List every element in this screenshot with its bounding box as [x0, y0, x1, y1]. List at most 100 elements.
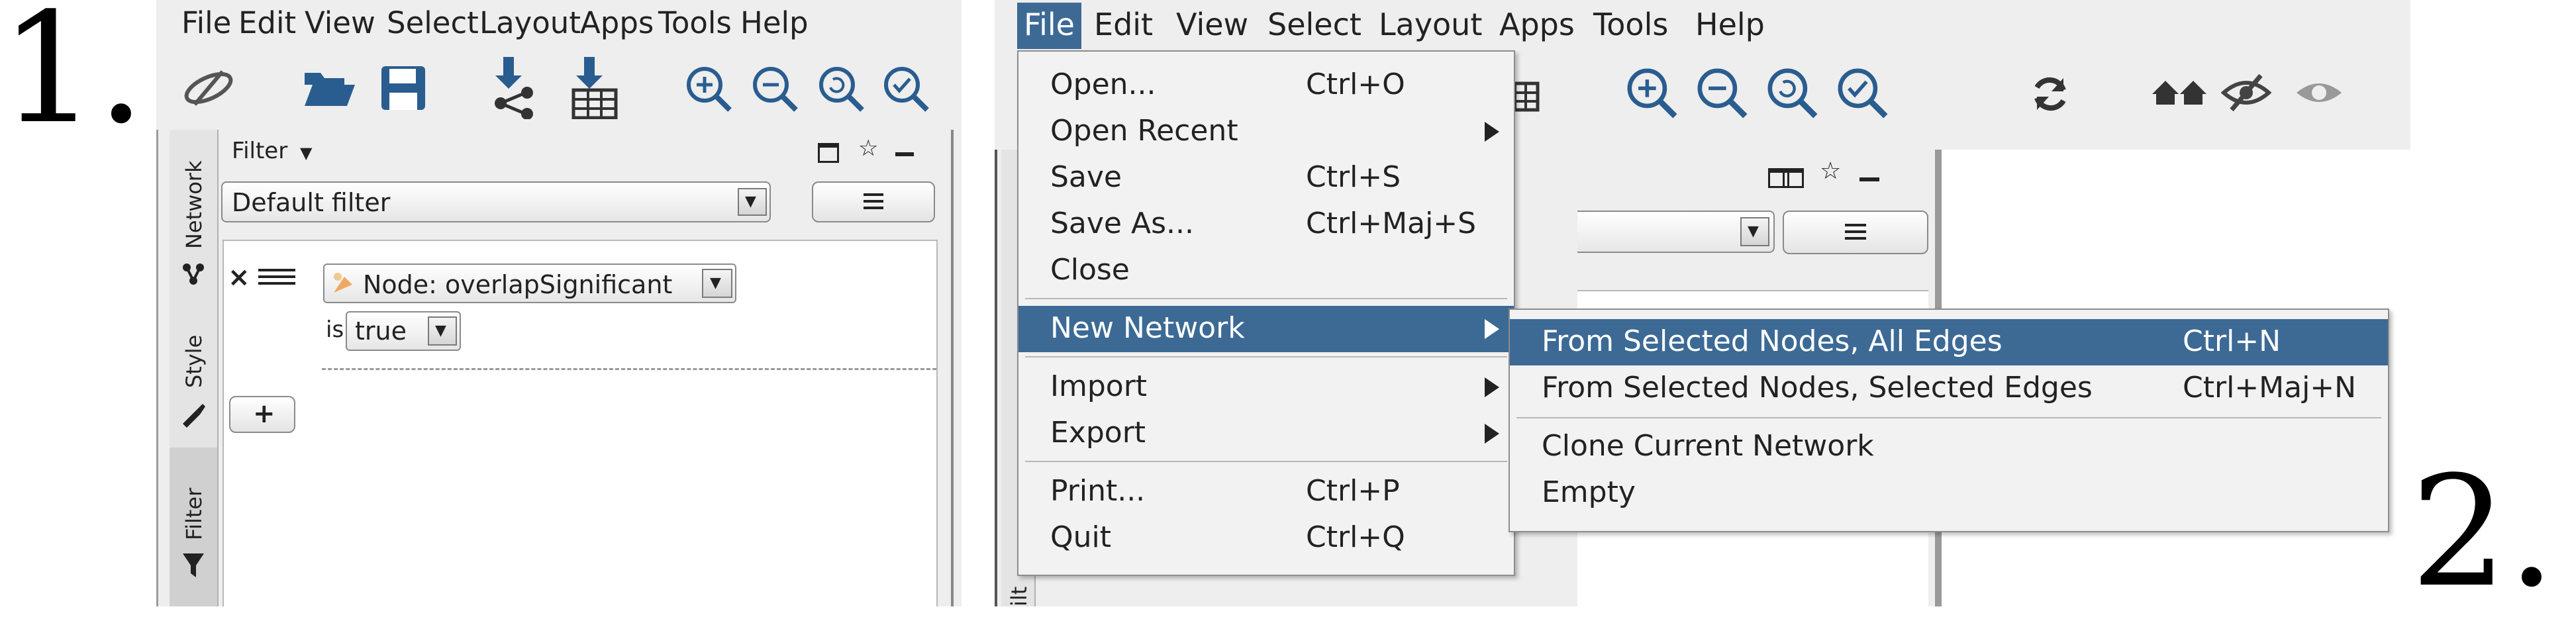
- home-network-icon[interactable]: [2151, 78, 2208, 107]
- hamburger-icon: [864, 193, 883, 196]
- open-folder-icon[interactable]: [303, 68, 356, 107]
- chevron-down-icon: ▼: [300, 144, 313, 162]
- menu-help[interactable]: Help: [740, 5, 809, 40]
- cytoscape-logo-icon[interactable]: [181, 65, 236, 111]
- hamburger-icon: [1845, 224, 1866, 226]
- menu-item-empty[interactable]: Empty: [1510, 470, 2388, 516]
- tab-filter[interactable]: Filter: [170, 448, 217, 606]
- menu-help[interactable]: Help: [1695, 7, 1765, 42]
- filter-options-button[interactable]: [812, 181, 935, 222]
- menu-item-new-network[interactable]: New Network: [1018, 306, 1514, 352]
- menu-select[interactable]: Select: [1267, 7, 1362, 42]
- menu-item-label: Save As...: [1050, 207, 1194, 240]
- tab-style[interactable]: Style: [170, 302, 217, 434]
- menu-item-shortcut: Ctrl+P: [1306, 474, 1400, 508]
- import-table-icon[interactable]: [571, 57, 620, 119]
- menu-select[interactable]: Select: [387, 5, 479, 40]
- menu-view[interactable]: View: [305, 5, 375, 40]
- menu-item-save-as[interactable]: Save As... Ctrl+Maj+S: [1018, 201, 1514, 248]
- save-icon[interactable]: [380, 65, 426, 111]
- drag-handle-icon[interactable]: [258, 269, 295, 271]
- tab-network-label: Network: [181, 160, 207, 249]
- menu-item-label: Empty: [1542, 475, 1636, 509]
- minimize-icon[interactable]: [1859, 177, 1879, 181]
- zoom-selected-icon[interactable]: [881, 64, 931, 114]
- network-tab-icon: [183, 263, 204, 285]
- menu-item-close[interactable]: Close: [1018, 248, 1514, 294]
- menu-apps[interactable]: Apps: [1499, 7, 1575, 42]
- is-value-select[interactable]: true ▼: [346, 311, 461, 351]
- zoom-out-icon[interactable]: [750, 64, 800, 114]
- close-icon[interactable]: ×: [228, 262, 250, 293]
- maximize-icon[interactable]: [818, 143, 839, 163]
- minimize-icon[interactable]: [895, 152, 914, 156]
- filter-select[interactable]: ▼: [1577, 211, 1775, 253]
- menu-apps[interactable]: Apps: [580, 5, 654, 40]
- step-number-1: 1.: [0, 0, 146, 158]
- menu-file[interactable]: File: [181, 5, 231, 40]
- filter-tab-icon: [183, 553, 204, 577]
- pin-icon[interactable]: ☆: [1820, 158, 1841, 185]
- show-icon[interactable]: [2294, 74, 2344, 111]
- filter-options-button[interactable]: [1783, 211, 1928, 254]
- menu-item-label: Clone Current Network: [1542, 429, 1874, 463]
- zoom-in-icon[interactable]: [1624, 65, 1679, 120]
- zoom-in-icon[interactable]: [683, 64, 734, 114]
- add-filter-button[interactable]: +: [229, 396, 295, 433]
- menu-item-from-selected-nodes-selected-edges[interactable]: From Selected Nodes, Selected Edges Ctrl…: [1510, 365, 2388, 412]
- menu-layout[interactable]: Layout: [1379, 7, 1482, 42]
- filter-select-arrow[interactable]: ▼: [738, 188, 767, 216]
- node-condition-arrow[interactable]: ▼: [702, 269, 732, 298]
- menu-separator: [1025, 461, 1507, 462]
- zoom-selected-icon[interactable]: [1834, 65, 1890, 120]
- menu-item-label: From Selected Nodes, All Edges: [1542, 324, 2003, 358]
- menu-tools[interactable]: Tools: [658, 5, 732, 40]
- submenu-arrow-icon: [1485, 377, 1499, 397]
- menu-item-import[interactable]: Import: [1018, 364, 1514, 410]
- menu-separator: [1516, 417, 2381, 418]
- menu-item-label: New Network: [1050, 311, 1245, 345]
- menu-view[interactable]: View: [1176, 7, 1248, 42]
- new-network-submenu: From Selected Nodes, All Edges Ctrl+N Fr…: [1509, 309, 2389, 532]
- menu-item-open[interactable]: Open... Ctrl+O: [1018, 62, 1514, 109]
- menu-item-save[interactable]: Save Ctrl+S: [1018, 155, 1514, 201]
- menu-edit[interactable]: Edit: [238, 5, 296, 40]
- filter-header[interactable]: Filter ▼: [232, 138, 312, 164]
- submenu-arrow-icon: [1485, 122, 1499, 142]
- tab-network[interactable]: Network: [170, 136, 217, 295]
- pin-icon[interactable]: ☆: [858, 135, 878, 162]
- menu-item-print[interactable]: Print... Ctrl+P: [1018, 469, 1514, 515]
- menu-item-quit[interactable]: Quit Ctrl+Q: [1018, 515, 1514, 561]
- menu-item-export[interactable]: Export: [1018, 410, 1514, 457]
- tab-filter-label[interactable]: ilt: [1007, 587, 1032, 606]
- filter-select[interactable]: Default filter ▼: [221, 181, 771, 222]
- is-value-arrow[interactable]: ▼: [428, 316, 457, 346]
- menu-item-label: Open Recent: [1050, 114, 1238, 148]
- filter-select-arrow[interactable]: ▼: [1740, 217, 1769, 246]
- chevron-down-icon: ▼: [1748, 223, 1759, 240]
- maximize-icon[interactable]: [1783, 168, 1804, 188]
- import-network-icon[interactable]: [487, 57, 540, 119]
- menu-item-label: Quit: [1050, 520, 1111, 554]
- hide-icon[interactable]: [2221, 73, 2271, 113]
- style-tab-icon: [183, 404, 205, 428]
- panel-2-file-menu: File Edit View Select Layout Apps Tools …: [995, 0, 2410, 606]
- menubar: File Edit View Select Layout Apps Tools …: [156, 0, 962, 44]
- node-condition-select[interactable]: Node: overlapSignificant ▼: [323, 263, 736, 303]
- zoom-fit-icon[interactable]: [1764, 65, 1820, 120]
- menu-item-shortcut: Ctrl+Maj+S: [1306, 207, 1477, 240]
- menu-item-clone-current-network[interactable]: Clone Current Network: [1510, 424, 2388, 470]
- menu-layout[interactable]: Layout: [479, 5, 581, 40]
- menu-item-shortcut: Ctrl+N: [2183, 324, 2281, 358]
- refresh-icon[interactable]: [2029, 73, 2071, 115]
- menu-item-open-recent[interactable]: Open Recent: [1018, 109, 1514, 155]
- chevron-down-icon: ▼: [745, 193, 756, 210]
- zoom-out-icon[interactable]: [1694, 65, 1750, 120]
- menu-edit[interactable]: Edit: [1094, 7, 1153, 42]
- menu-tools[interactable]: Tools: [1593, 7, 1668, 42]
- menu-file[interactable]: File: [1017, 3, 1081, 49]
- menu-item-shortcut: Ctrl+S: [1306, 160, 1401, 194]
- chevron-down-icon: ▼: [710, 275, 721, 291]
- menu-item-from-selected-nodes-all-edges[interactable]: From Selected Nodes, All Edges Ctrl+N: [1510, 319, 2388, 365]
- zoom-fit-icon[interactable]: [816, 64, 866, 114]
